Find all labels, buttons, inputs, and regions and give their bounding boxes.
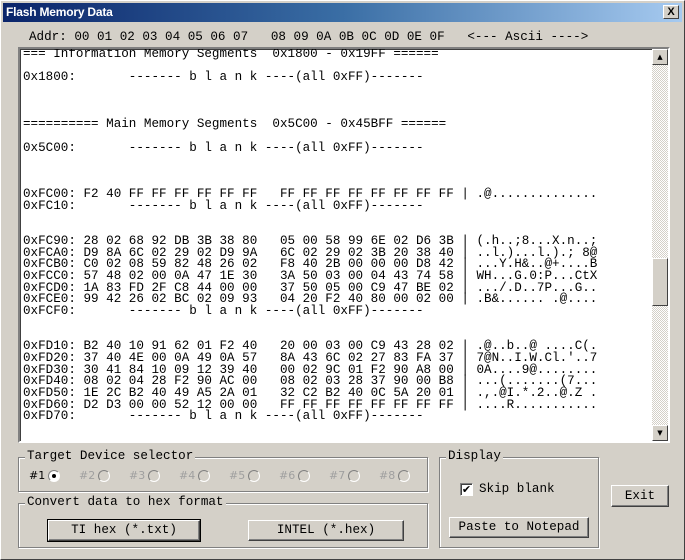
skip-blank-checkbox[interactable]: ✔ xyxy=(460,482,473,496)
display-group: Display ✔ Skip blank Paste to Notepad xyxy=(439,449,599,548)
device-radio-5: #5 xyxy=(229,469,279,482)
device-radio-7: #7 xyxy=(329,469,379,482)
device-radio-4: #4 xyxy=(179,469,229,482)
convert-hex-legend: Convert data to hex format xyxy=(25,495,226,509)
target-device-radios: #1 #2 #3 #4 #5 #6 #7 #8 xyxy=(29,469,429,482)
device-radio-label: #3 xyxy=(129,469,146,482)
scroll-down-button[interactable]: ▼ xyxy=(652,425,668,441)
hex-blank-line xyxy=(23,318,597,330)
device-radio-label: #1 xyxy=(29,469,46,482)
title-bar[interactable]: Flash Memory Data X xyxy=(3,3,682,22)
hex-blank-line xyxy=(23,213,597,225)
radio-button xyxy=(198,469,211,482)
device-radio-label: #5 xyxy=(229,469,246,482)
device-radio-8: #8 xyxy=(379,469,429,482)
hex-blank-line xyxy=(23,96,597,108)
radio-button[interactable] xyxy=(48,469,61,482)
hex-blank-line xyxy=(23,154,597,166)
hex-dump-view[interactable]: === Information Memory Segments 0x1800 -… xyxy=(18,47,670,443)
skip-blank-label: Skip blank xyxy=(479,482,555,496)
close-button[interactable]: X xyxy=(663,5,679,19)
arrow-up-icon: ▲ xyxy=(657,53,663,61)
radio-selected-dot-icon xyxy=(52,473,57,478)
device-radio-6: #6 xyxy=(279,469,329,482)
device-radio-2: #2 xyxy=(79,469,129,482)
radio-button xyxy=(148,469,161,482)
address-column-header: Addr: 00 01 02 03 04 05 06 07 08 09 0A 0… xyxy=(29,30,589,44)
radio-button xyxy=(98,469,111,482)
arrow-down-icon: ▼ xyxy=(657,429,663,437)
device-radio-label: #7 xyxy=(329,469,346,482)
intel-hex-button[interactable]: INTEL (*.hex) xyxy=(248,520,404,541)
hex-line: 0xFC10: ------- b l a n k ----(all 0xFF)… xyxy=(23,198,424,213)
device-radio-3: #3 xyxy=(129,469,179,482)
hex-blank-line xyxy=(23,166,597,178)
scrollbar-thumb[interactable] xyxy=(652,258,668,307)
paste-to-notepad-button[interactable]: Paste to Notepad xyxy=(449,517,589,538)
hex-line: 0x5C00: ------- b l a n k ----(all 0xFF)… xyxy=(23,140,424,155)
hex-blank-line xyxy=(23,84,597,96)
hex-dump-lines: === Information Memory Segments 0x1800 -… xyxy=(23,49,597,423)
device-radio-1[interactable]: #1 xyxy=(29,469,79,482)
radio-button xyxy=(248,469,261,482)
scroll-up-button[interactable]: ▲ xyxy=(652,49,668,65)
hex-line: 0xFD70: ------- b l a n k ----(all 0xFF)… xyxy=(23,409,424,424)
device-radio-label: #2 xyxy=(79,469,96,482)
ti-hex-button[interactable]: TI hex (*.txt) xyxy=(47,519,201,542)
target-device-group: Target Device selector #1 #2 #3 #4 #5 #6 #7 #8 xyxy=(18,449,429,492)
display-legend: Display xyxy=(446,449,503,463)
exit-button[interactable]: Exit xyxy=(611,485,669,507)
radio-button xyxy=(348,469,361,482)
device-radio-label: #4 xyxy=(179,469,196,482)
convert-hex-group: Convert data to hex format TI hex (*.txt… xyxy=(18,495,428,548)
hex-line: 0x1800: ------- b l a n k ----(all 0xFF)… xyxy=(23,70,424,85)
device-radio-label: #6 xyxy=(279,469,296,482)
hex-line: === Information Memory Segments 0x1800 -… xyxy=(23,47,439,61)
radio-button xyxy=(398,469,411,482)
skip-blank-option[interactable]: ✔ Skip blank xyxy=(460,482,555,496)
target-device-legend: Target Device selector xyxy=(25,449,196,463)
vertical-scrollbar[interactable]: ▲ ▼ xyxy=(652,49,668,441)
window-title: Flash Memory Data xyxy=(6,5,113,19)
flash-memory-window: Flash Memory Data X Addr: 00 01 02 03 04… xyxy=(0,0,685,560)
radio-button xyxy=(298,469,311,482)
hex-line: ========== Main Memory Segments 0x5C00 -… xyxy=(23,117,447,132)
device-radio-label: #8 xyxy=(379,469,396,482)
checkmark-icon: ✔ xyxy=(461,482,472,496)
hex-line: 0xFCF0: ------- b l a n k ----(all 0xFF)… xyxy=(23,304,424,319)
